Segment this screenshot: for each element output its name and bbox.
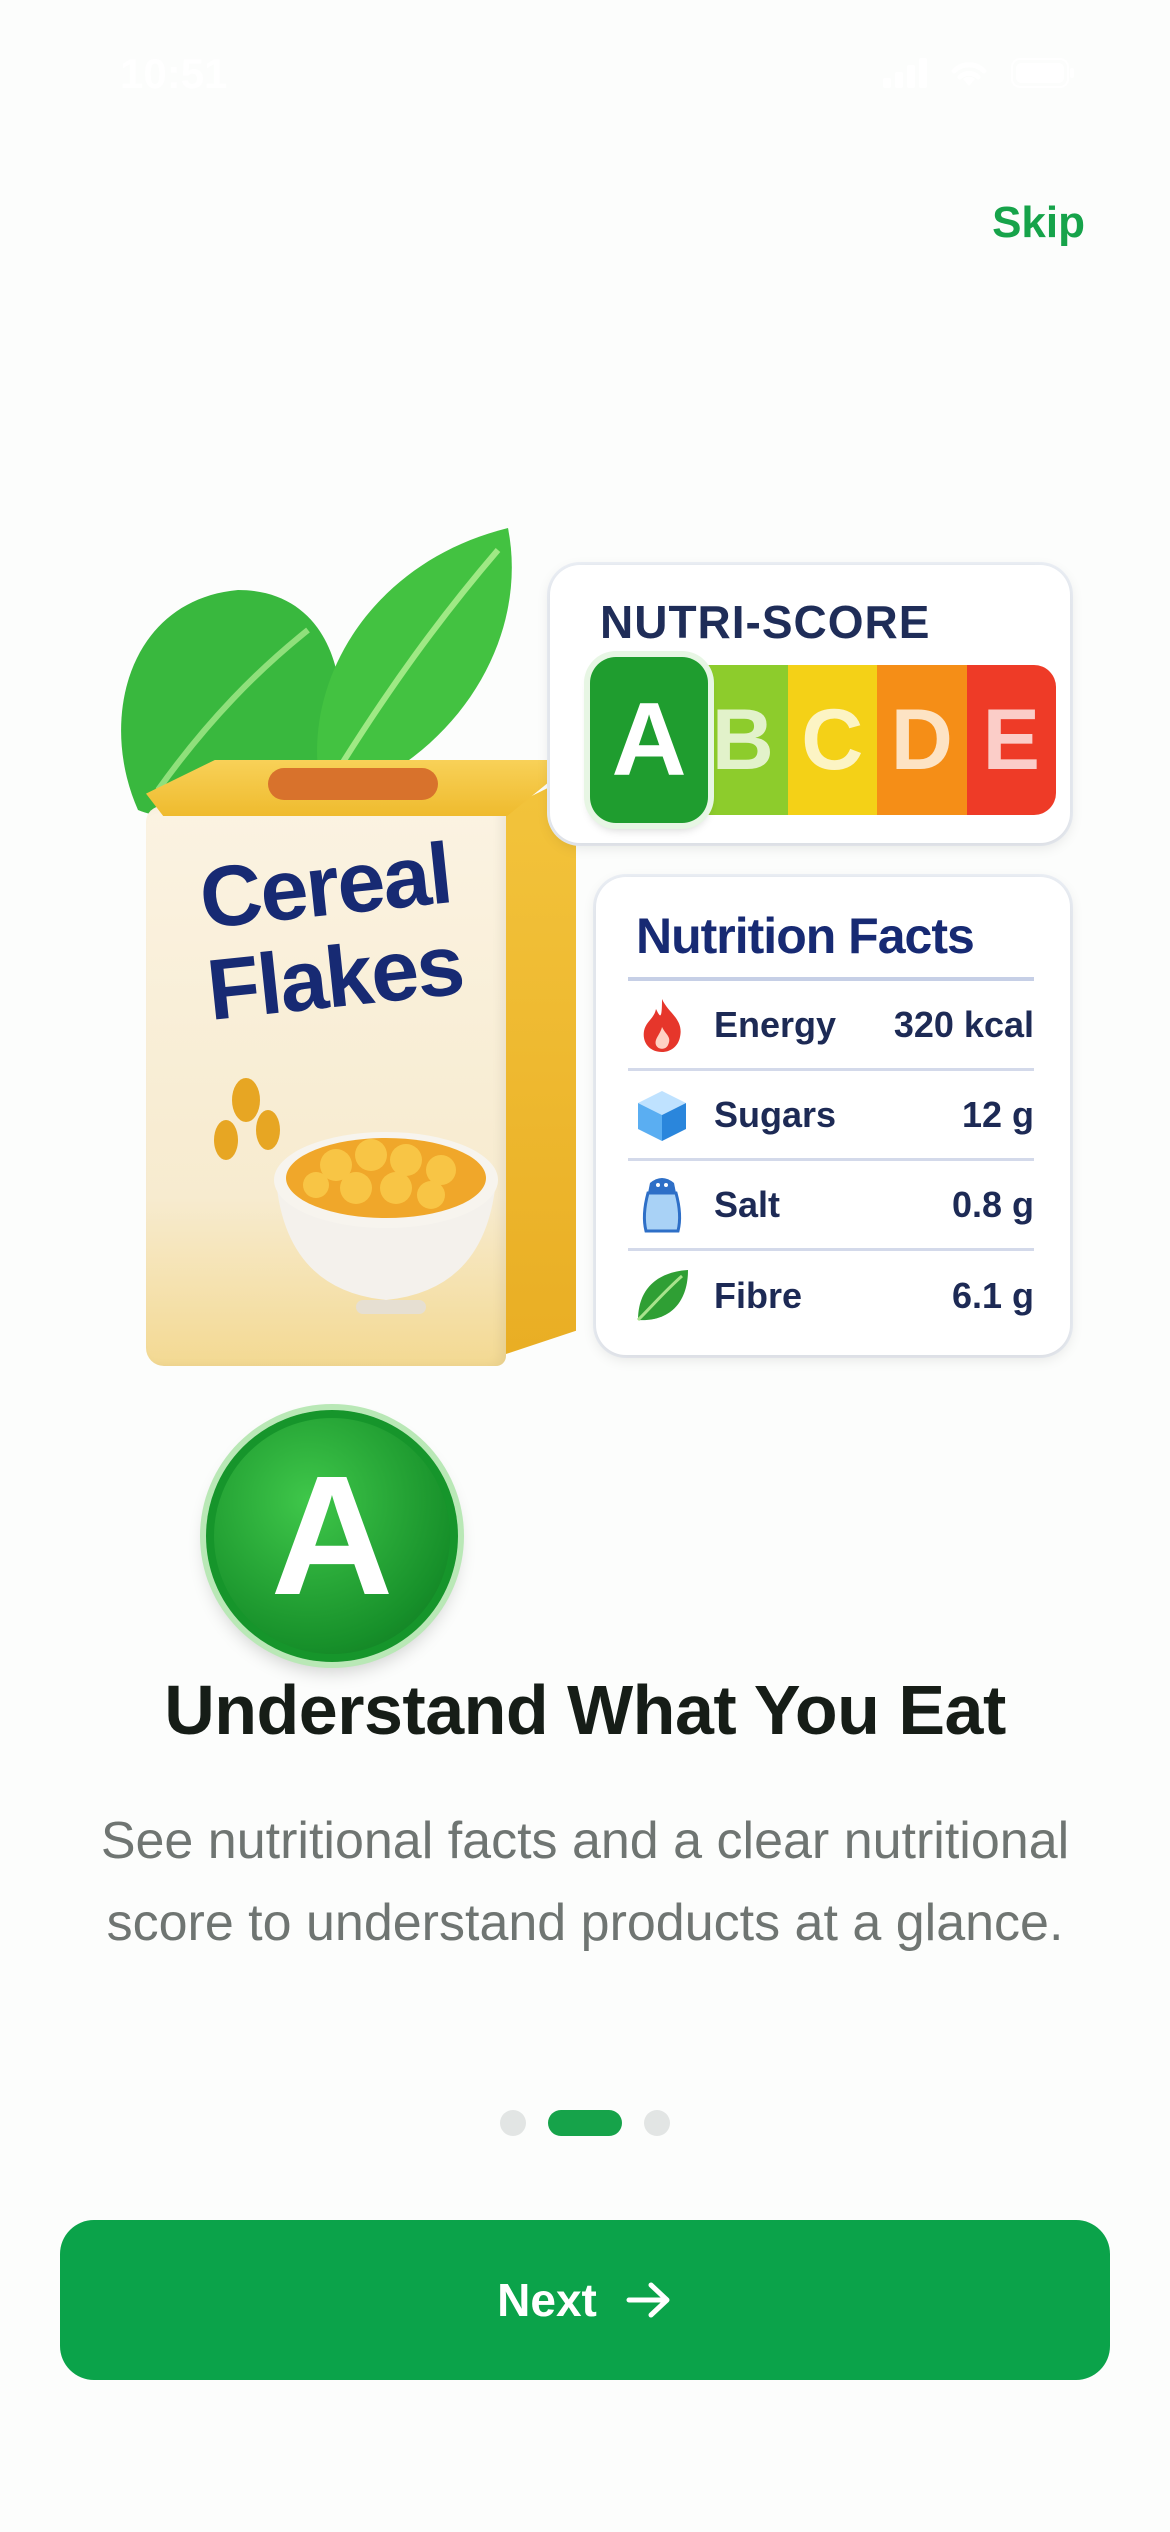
page-indicator [0,2110,1170,2136]
nutri-grade-a: A [590,657,708,823]
fact-label: Sugars [714,1093,837,1135]
page-dot [500,2110,526,2136]
skip-button[interactable]: Skip [992,198,1085,248]
nutrition-facts-card: Nutrition Facts Energy 320 kcal Sugars 1… [596,877,1070,1355]
fact-value: 0.8 g [951,1183,1034,1225]
nutri-score-card: NUTRI-SCORE ABCDE [550,565,1070,843]
nutri-grade-d: D [877,665,967,815]
status-bar: 10:51 [0,0,1170,150]
fact-row-sugars: Sugars 12 g [628,1071,1034,1161]
nutrition-facts-title: Nutrition Facts [636,908,975,964]
onboarding-illustration: Cereal Flakes A NUTRI-SCORE ABCDE Nutrit… [100,520,1080,1662]
page-description: See nutritional facts and a clear nutrit… [100,1812,1070,1952]
fact-label: Fibre [714,1275,803,1316]
nutri-grade-e: E [966,665,1056,815]
status-time: 10:51 [120,50,228,97]
status-icons [883,58,1075,88]
arrow-right-icon [626,2282,670,2318]
sugar-cube-icon [632,1085,692,1145]
fact-label: Energy [714,1003,837,1045]
fact-value: 6.1 g [951,1275,1034,1316]
flame-icon [632,995,692,1055]
box-title: Cereal Flakes [195,825,468,1039]
signal-icon [883,58,927,88]
nutri-grade-c: C [787,665,877,815]
fact-value: 320 kcal [893,1003,1034,1045]
page-dot [644,2110,670,2136]
nutri-score-scale: ABCDE [590,657,1056,823]
leaf-icon [632,1266,692,1326]
wifi-icon [951,62,987,86]
cereal-box: Cereal Flakes A [146,760,576,1662]
next-button[interactable]: Next [60,2220,1110,2380]
box-brand-mark [268,768,438,800]
fact-row-fibre: Fibre 6.1 g [628,1251,1034,1341]
nutri-score-title: NUTRI-SCORE [600,596,931,648]
fact-row-energy: Energy 320 kcal [628,981,1034,1071]
fact-value: 12 g [961,1093,1034,1135]
cereal-bowl-image [214,1078,498,1314]
nutri-grade-b: B [698,665,788,815]
nutrition-facts-list: Energy 320 kcal Sugars 12 g Salt 0.8 g F… [628,977,1034,1341]
grade-badge: A [206,1410,458,1662]
battery-icon [1011,58,1074,88]
page-title: Understand What You Eat [164,1671,1006,1749]
next-button-label: Next [497,2274,597,2326]
salt-shaker-icon [632,1175,692,1235]
page-dot-active [548,2110,622,2136]
fact-label: Salt [714,1183,781,1225]
fact-row-salt: Salt 0.8 g [628,1161,1034,1251]
